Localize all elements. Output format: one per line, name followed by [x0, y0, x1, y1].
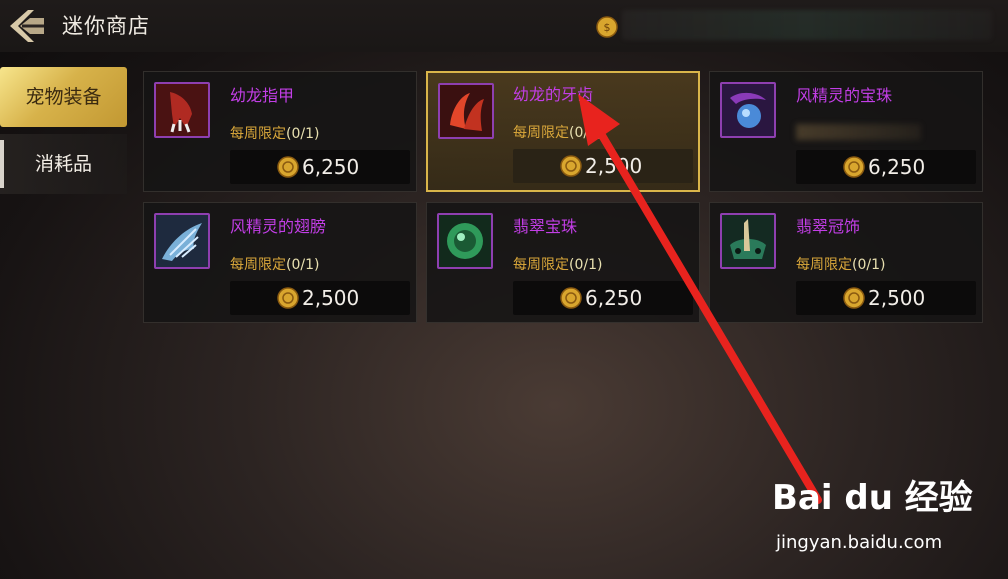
fang-icon [438, 83, 494, 139]
item-name: 幼龙指甲 [230, 86, 295, 105]
weekly-limit: 每周限定(0/1) [230, 123, 319, 143]
item-price: 6,250 [302, 155, 360, 179]
shop-item-card[interactable]: 翡翠冠饰 每周限定(0/1) 2,500 [709, 202, 983, 323]
jade-orb-icon [437, 213, 493, 269]
item-price: 2,500 [868, 286, 926, 310]
tab-consumables[interactable]: 消耗品 [0, 134, 127, 194]
limit-label: 每周限定 [796, 257, 852, 273]
shop-item-card[interactable]: 风精灵的宝珠 6,250 [709, 71, 983, 192]
item-price: 6,250 [585, 286, 643, 310]
watermark-url: jingyan.baidu.com [776, 532, 943, 553]
gold-coin-icon [277, 156, 299, 178]
shop-item-card-selected[interactable]: 幼龙的牙齿 每周限定(0/1) 2,500 [426, 71, 700, 192]
limit-count: (0/1) [569, 125, 603, 141]
category-sidebar: 宠物装备 消耗品 [0, 56, 130, 579]
item-price: 2,500 [585, 154, 643, 178]
item-price: 6,250 [868, 155, 926, 179]
limit-count: (0/1) [569, 257, 603, 273]
price-button[interactable]: 6,250 [513, 281, 693, 315]
gold-coin-icon [277, 287, 299, 309]
limit-label: 每周限定 [230, 126, 286, 142]
gold-coin-icon [843, 287, 865, 309]
item-price: 2,500 [302, 286, 360, 310]
blurred-currency-stats [622, 10, 992, 40]
weekly-limit: 每周限定(0/1) [230, 254, 319, 274]
shop-item-card[interactable]: 翡翠宝珠 每周限定(0/1) 6,250 [426, 202, 700, 323]
back-button[interactable] [4, 6, 48, 46]
gold-coin-icon [560, 287, 582, 309]
gold-coin-icon [843, 156, 865, 178]
shop-item-card[interactable]: 风精灵的翅膀 每周限定(0/1) 2,500 [143, 202, 417, 323]
price-button[interactable]: 2,500 [513, 149, 693, 183]
svg-text:$: $ [604, 21, 611, 34]
limit-label: 每周限定 [230, 257, 286, 273]
limit-count: (0/1) [286, 257, 320, 273]
item-name: 翡翠宝珠 [513, 217, 578, 236]
back-arrow-icon [10, 10, 44, 42]
gold-coin-icon [560, 155, 582, 177]
weekly-limit: 每周限定(0/1) [796, 254, 885, 274]
watermark-logo: Bai du 经验 [772, 478, 973, 518]
gold-coin-icon: $ [596, 16, 618, 38]
price-button[interactable]: 2,500 [796, 281, 976, 315]
baidu-watermark: Bai du 经验 jingyan.baidu.com [772, 470, 1008, 579]
claw-icon [154, 82, 210, 138]
item-name: 风精灵的宝珠 [796, 86, 893, 105]
price-button[interactable]: 2,500 [230, 281, 410, 315]
wind-orb-icon [720, 82, 776, 138]
top-bar: 迷你商店 $ [0, 0, 1008, 52]
limit-count: (0/1) [852, 257, 886, 273]
limit-label: 每周限定 [513, 125, 569, 141]
weekly-limit: 每周限定(0/1) [513, 122, 602, 142]
item-name: 翡翠冠饰 [796, 217, 861, 236]
tab-pet-equipment[interactable]: 宠物装备 [0, 67, 127, 127]
item-name: 幼龙的牙齿 [513, 85, 594, 104]
weekly-limit: 每周限定(0/1) [513, 254, 602, 274]
item-name: 风精灵的翅膀 [230, 217, 327, 236]
limit-label: 每周限定 [513, 257, 569, 273]
shop-item-card[interactable]: 幼龙指甲 每周限定(0/1) 6,250 [143, 71, 417, 192]
jade-crown-icon [720, 213, 776, 269]
limit-count: (0/1) [286, 126, 320, 142]
blurred-limit-text [796, 124, 921, 140]
page-title: 迷你商店 [62, 14, 150, 38]
price-button[interactable]: 6,250 [796, 150, 976, 184]
wing-icon [154, 213, 210, 269]
price-button[interactable]: 6,250 [230, 150, 410, 184]
